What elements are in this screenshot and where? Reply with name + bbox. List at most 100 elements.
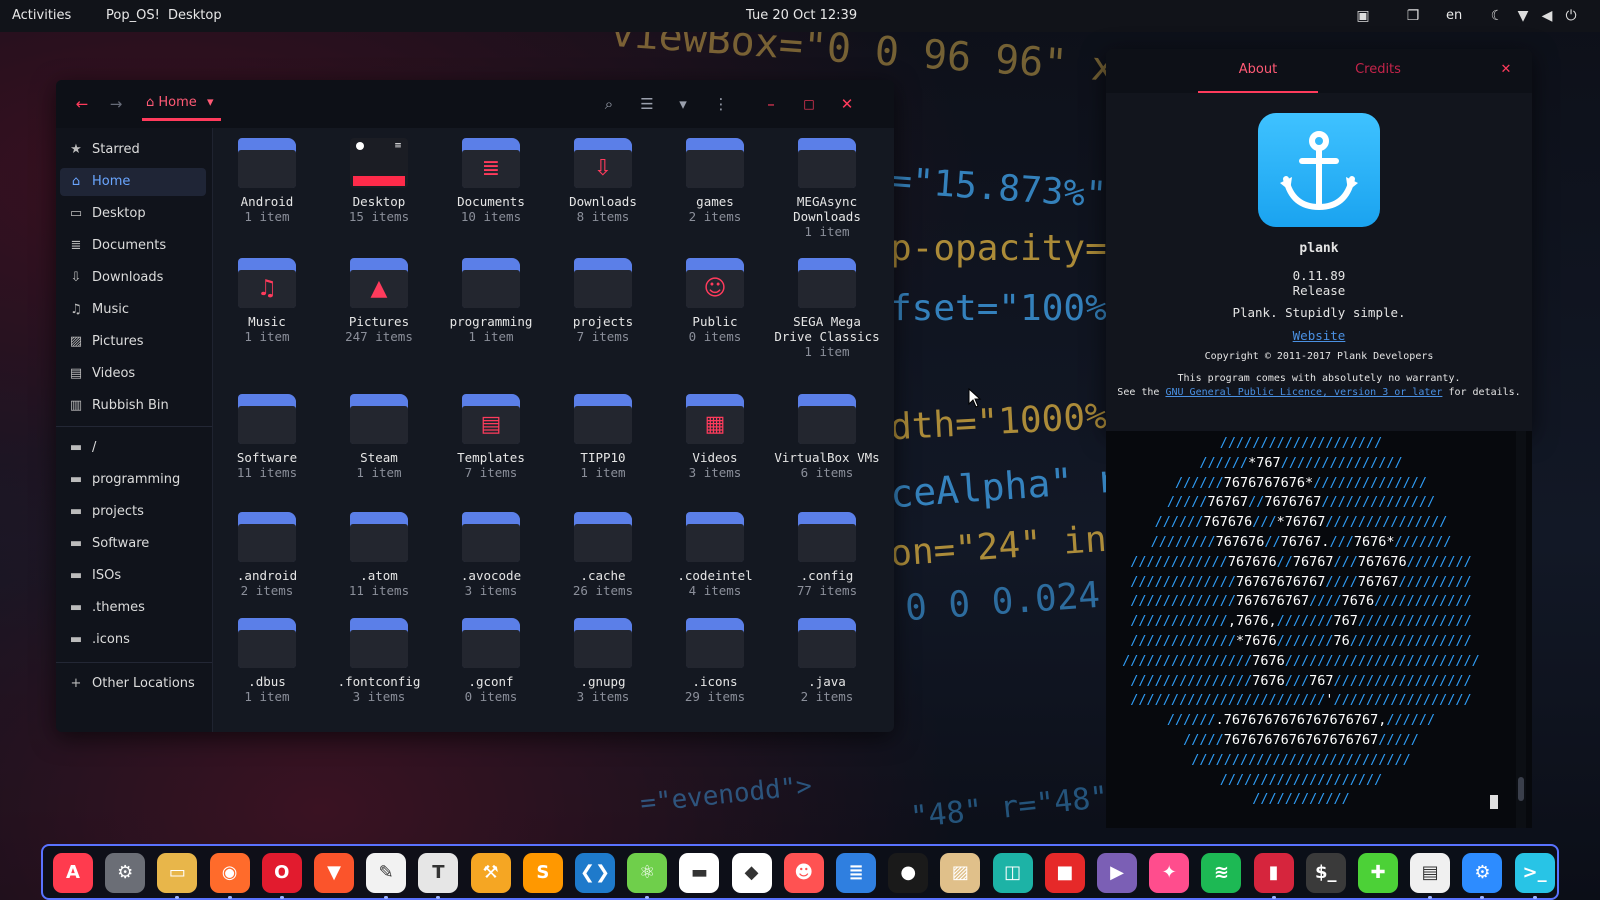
screen-share-icon[interactable]: ▣ [1354,7,1372,25]
night-light-icon[interactable]: ☾ [1488,7,1506,25]
file-count: 1 item [804,344,850,359]
sidebar-item-starred[interactable]: ★ Starred [60,136,206,164]
tweaks-icon[interactable]: ⚒ [470,853,511,893]
sidebar-item-videos[interactable]: ▤ Videos [60,360,206,388]
terminal-window[interactable]: //////////////////// //////*767//////////… [1106,431,1532,828]
file-name: .dbus [248,674,286,689]
system-settings-icon[interactable]: ⚙ [1462,853,1503,893]
file-count: 1 item [468,329,514,344]
file-name: Software [236,450,298,465]
license-prefix: See the [1117,387,1166,398]
keyboard-layout[interactable]: en [1446,8,1462,23]
file-item-label: .avocode 3 items [435,568,547,598]
sidebar-item-documents[interactable]: ≣ Documents [60,232,206,260]
minimize-button[interactable]: – [758,92,784,116]
screenshot-icon[interactable]: ◫ [992,853,1033,893]
finder-icon[interactable]: ☻ [783,853,824,893]
sidebar-bookmark-item[interactable]: ▬ ISOs [60,562,206,590]
workspaces-icon[interactable]: ❐ [1404,7,1422,25]
sidebar-bookmark-item[interactable]: ▬ .icons [60,626,206,654]
list-view-icon[interactable]: ☰ [634,92,660,116]
sublime-text-icon[interactable]: S [522,853,563,893]
spotify-icon[interactable]: ≋ [1201,853,1242,893]
file-name: MEGAsync Downloads [793,194,861,224]
clock[interactable]: Tue 20 Oct 12:39 [746,8,857,23]
license-suffix: for details. [1442,387,1521,398]
app-center-icon[interactable]: A [53,853,93,893]
folder-icon [350,618,408,668]
figma-icon[interactable]: ● [888,853,929,893]
license-link[interactable]: GNU General Public Licence, version 3 or… [1165,387,1442,398]
file-name: .icons [692,674,738,689]
terminal-line: //////////////////// [1219,435,1383,451]
maximize-button[interactable]: □ [796,92,822,116]
screen-icon[interactable]: ▬ [679,853,720,893]
close-icon[interactable]: ✕ [1486,49,1526,91]
website-link[interactable]: Website [1293,328,1346,343]
camera-icon[interactable]: ■ [1044,853,1085,893]
file-count: 1 item [804,224,850,239]
console-icon[interactable]: >_ [1514,853,1555,893]
sidebar-item-pictures[interactable]: ▨ Pictures [60,328,206,356]
workspace-button[interactable]: Desktop [168,8,222,23]
sidebar-item-home[interactable]: ⌂ Home [60,168,206,196]
sidebar-item-other-locations[interactable]: + Other Locations [60,670,206,698]
music-icon: ♫ [70,302,82,317]
close-button[interactable]: ✕ [834,92,860,116]
opera-icon[interactable]: O [261,853,302,893]
krita-icon[interactable]: ✦ [1149,853,1190,893]
audio-icon[interactable]: ▮ [1253,853,1294,893]
writer-icon[interactable]: ≣ [836,853,876,893]
sidebar-item-rubbish-bin[interactable]: ▥ Rubbish Bin [60,392,206,420]
drop-icon[interactable]: ◆ [731,853,772,893]
atom-icon[interactable]: ⚛ [627,853,668,893]
sidebar-bookmark-item[interactable]: ▬ .themes [60,594,206,622]
typora-icon[interactable]: T [418,853,459,893]
sidebar-item-label: ISOs [92,568,122,583]
search-icon[interactable]: ⌕ [596,92,622,116]
file-count: 0 items [464,689,518,704]
files-icon[interactable]: ▭ [157,853,198,893]
desktop-folder-icon: ≡ [350,138,408,188]
settings-icon[interactable]: ⚙ [105,853,146,893]
folder-icon [798,138,856,188]
power-icon[interactable]: ⏻ [1562,7,1580,25]
tab-credits[interactable]: Credits [1318,49,1438,91]
running-indicator [227,896,232,899]
tab-about[interactable]: About [1198,49,1318,93]
folder-icon [798,258,856,308]
sidebar-item-music[interactable]: ♫ Music [60,296,206,324]
vs-code-icon[interactable]: ❮❯ [575,853,615,893]
sidebar-bookmark-item[interactable]: ▬ / [60,434,206,462]
extensions-icon[interactable]: ✚ [1358,853,1398,893]
video-icon[interactable]: ▶ [1097,853,1137,893]
brave-icon[interactable]: ▼ [314,853,354,893]
app-version: 0.11.89 [1292,268,1346,283]
path-bar-home[interactable]: ⌂ Home ▾ [142,90,222,121]
firefox-icon[interactable]: ◉ [209,853,250,893]
sidebar-bookmark-item[interactable]: ▬ Software [60,530,206,558]
sidebar-item-downloads[interactable]: ⇩ Downloads [60,264,206,292]
sidebar-bookmark-item[interactable]: ▬ programming [60,466,206,494]
text-editor-icon[interactable]: ✎ [366,853,407,893]
wifi-icon[interactable]: ▼ [1514,7,1532,25]
app-name: plank [1299,241,1339,256]
sidebar-bookmark-item[interactable]: ▬ projects [60,498,206,526]
terminal-icon[interactable]: $_ [1305,853,1346,893]
folder-icon [350,394,408,444]
volume-icon[interactable]: ◀ [1538,7,1556,25]
menu-icon[interactable]: ⋮ [708,92,734,116]
view-options-icon[interactable]: ▾ [670,92,696,116]
sidebar-item-desktop[interactable]: ▭ Desktop [60,200,206,228]
file-item-label: Downloads 8 items [547,194,659,224]
activities-button[interactable]: Activities [12,8,71,23]
terminal-scrollbar[interactable] [1516,431,1526,828]
forward-button[interactable]: → [104,92,128,116]
sidebar-item-label: Videos [92,366,136,381]
starred-icon: ★ [70,142,82,157]
back-button[interactable]: ← [70,92,94,116]
warranty-text: This program comes with absolutely no wa… [1177,373,1461,384]
app-menu-button[interactable]: Pop_OS! [106,8,160,23]
mockups-icon[interactable]: ▤ [1410,853,1451,893]
image-viewer-icon[interactable]: ▨ [940,853,981,893]
